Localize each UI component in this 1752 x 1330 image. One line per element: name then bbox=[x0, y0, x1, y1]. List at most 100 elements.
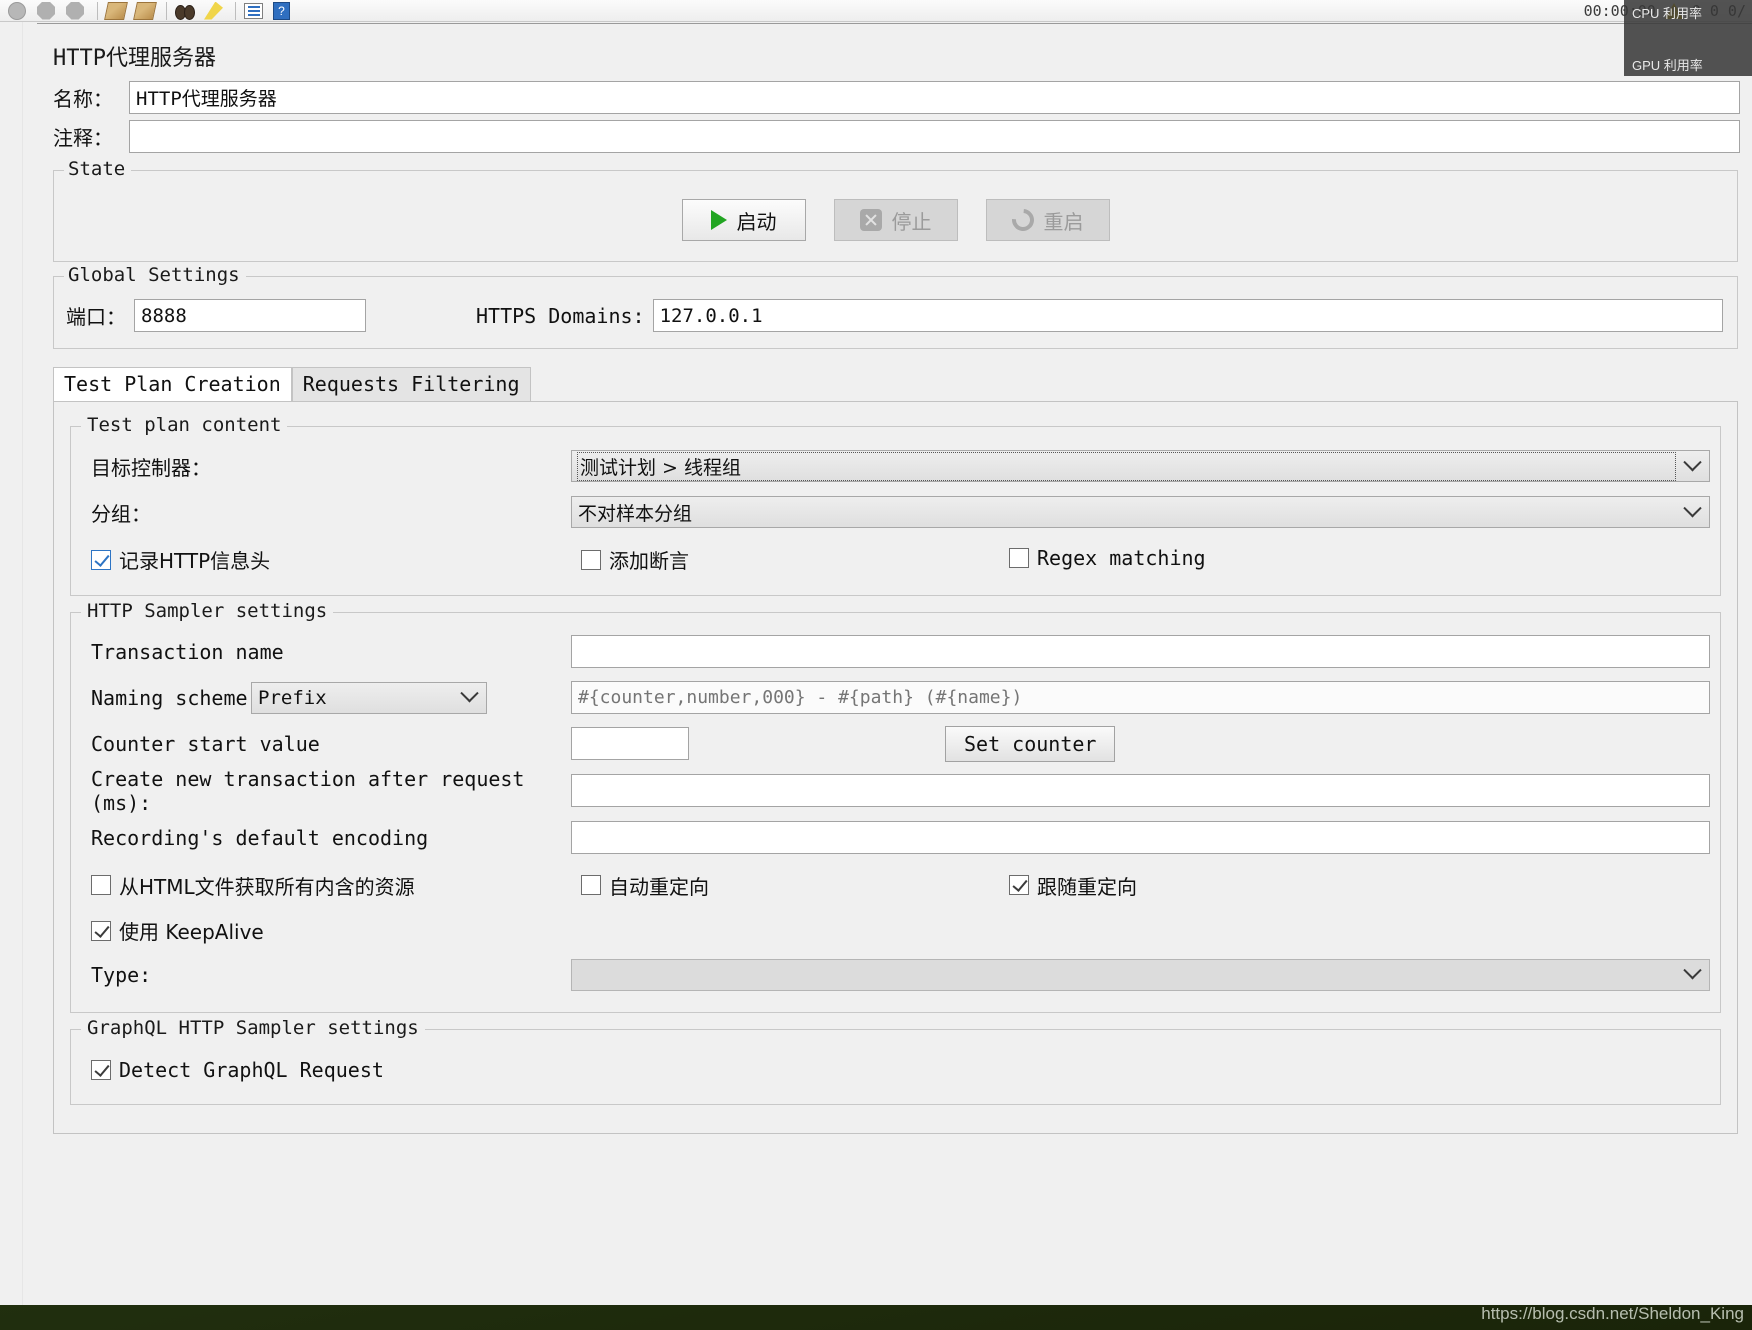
chevron-down-icon bbox=[1675, 497, 1709, 527]
create-new-transaction-row: Create new transaction after request (ms… bbox=[81, 767, 1710, 815]
broom-all-icon[interactable] bbox=[133, 1, 157, 21]
port-input[interactable] bbox=[134, 299, 366, 332]
chevron-down-icon bbox=[1675, 960, 1709, 990]
broom-icon[interactable] bbox=[104, 1, 128, 21]
test-plan-content-title: Test plan content bbox=[81, 414, 288, 436]
retrieve-embedded-resources-checkbox[interactable]: 从HTML文件获取所有内含的资源 bbox=[91, 871, 415, 900]
undo-icon[interactable] bbox=[8, 1, 30, 21]
type-row: Type: bbox=[81, 952, 1710, 998]
clear-dust-icon[interactable] bbox=[204, 1, 226, 21]
follow-redirect-checkbox[interactable]: 跟随重定向 bbox=[1009, 871, 1137, 900]
start-button[interactable]: 启动 bbox=[681, 199, 806, 241]
create-new-transaction-input[interactable] bbox=[571, 774, 1710, 807]
clear-octagon-icon[interactable] bbox=[66, 1, 88, 21]
restart-icon bbox=[1007, 204, 1038, 236]
checkbox-box bbox=[1009, 548, 1029, 569]
tab-test-plan-creation[interactable]: Test Plan Creation bbox=[53, 367, 292, 401]
naming-scheme-combo[interactable]: Prefix bbox=[251, 681, 487, 714]
test-plan-checkbox-row: 记录HTTP信息头 添加断言 Regex matching bbox=[81, 535, 1710, 581]
stop-button[interactable]: 停止 bbox=[833, 199, 958, 241]
regex-matching-checkbox[interactable]: Regex matching bbox=[1009, 546, 1206, 570]
transaction-name-input[interactable] bbox=[571, 635, 1710, 668]
tab-panel-test-plan-creation: Test plan content 目标控制器： 测试计划 > 线程组 分组： bbox=[53, 401, 1738, 1134]
use-keepalive-label: 使用 KeepAlive bbox=[119, 920, 264, 944]
chevron-down-icon bbox=[1675, 451, 1709, 481]
auto-redirect-checkbox[interactable]: 自动重定向 bbox=[581, 871, 709, 900]
comment-input[interactable] bbox=[129, 120, 1740, 153]
name-input[interactable] bbox=[129, 81, 1740, 114]
recording-encoding-input[interactable] bbox=[571, 821, 1710, 854]
page-title: HTTP代理服务器 bbox=[53, 46, 216, 71]
graphql-settings-title: GraphQL HTTP Sampler settings bbox=[81, 1016, 425, 1039]
recording-encoding-label: Recording's default encoding bbox=[91, 825, 429, 850]
follow-redirect-label: 跟随重定向 bbox=[1037, 874, 1137, 899]
target-controller-value: 测试计划 > 线程组 bbox=[577, 451, 1676, 481]
grouping-value: 不对样本分组 bbox=[578, 502, 693, 525]
recording-encoding-row: Recording's default encoding bbox=[81, 815, 1710, 861]
counter-start-value-input[interactable] bbox=[571, 727, 689, 760]
https-domains-input[interactable] bbox=[652, 299, 1723, 332]
http-proxy-server-panel: HTTP代理服务器 名称： 注释： State 启动 停止 bbox=[37, 23, 1752, 1305]
stop-icon bbox=[859, 209, 882, 231]
name-row: 名称： bbox=[37, 78, 1752, 117]
restart-button[interactable]: 重启 bbox=[985, 199, 1110, 241]
use-keepalive-checkbox[interactable]: 使用 KeepAlive bbox=[91, 916, 264, 945]
checkbox-box bbox=[581, 549, 601, 570]
counter-start-value-row: Counter start value Set counter bbox=[81, 721, 1710, 767]
stop-button-label: 停止 bbox=[891, 209, 932, 234]
watermark: https://blog.csdn.net/Sheldon_King bbox=[1481, 1304, 1744, 1323]
naming-pattern-input[interactable] bbox=[571, 681, 1710, 714]
type-label: Type: bbox=[91, 962, 152, 987]
target-controller-label: 目标控制器： bbox=[91, 455, 211, 480]
grouping-label: 分组： bbox=[91, 501, 151, 526]
naming-scheme-label: Naming scheme bbox=[91, 685, 248, 710]
http-sampler-settings-group: HTTP Sampler settings Transaction name N… bbox=[70, 599, 1721, 1013]
tab-requests-filtering[interactable]: Requests Filtering bbox=[291, 367, 531, 401]
state-buttons: 启动 停止 重启 bbox=[64, 189, 1727, 249]
name-label: 名称： bbox=[53, 87, 113, 111]
chevron-down-icon bbox=[452, 683, 486, 713]
auto-redirect-label: 自动重定向 bbox=[609, 874, 709, 899]
splitter-handle[interactable] bbox=[22, 22, 36, 1305]
add-assertions-checkbox[interactable]: 添加断言 bbox=[581, 545, 689, 574]
test-plan-content-group: Test plan content 目标控制器： 测试计划 > 线程组 分组： bbox=[70, 414, 1721, 596]
transaction-name-label: Transaction name bbox=[91, 639, 284, 664]
add-assertions-label: 添加断言 bbox=[609, 549, 689, 573]
comment-row: 注释： bbox=[37, 117, 1752, 156]
state-group: State 启动 停止 重启 bbox=[53, 158, 1738, 262]
create-new-transaction-label: Create new transaction after request (ms… bbox=[91, 766, 525, 815]
checkbox-box bbox=[581, 875, 601, 895]
grouping-combo[interactable]: 不对样本分组 bbox=[571, 496, 1710, 528]
jmeter-window: ? 00:00:00 0 0 0/ CPU 利用率 GPU 利用率 HTTP代理… bbox=[0, 0, 1752, 1305]
capture-http-headers-checkbox[interactable]: 记录HTTP信息头 bbox=[91, 545, 270, 574]
gpu-usage-label: GPU 利用率 bbox=[1632, 58, 1703, 73]
target-controller-combo[interactable]: 测试计划 > 线程组 bbox=[571, 450, 1710, 482]
tree-splitter-rail[interactable] bbox=[0, 22, 36, 1305]
tabs-container: Test Plan Creation Requests Filtering Te… bbox=[53, 367, 1738, 1134]
global-settings-row: 端口： HTTPS Domains: bbox=[64, 295, 1727, 336]
regex-matching-label: Regex matching bbox=[1037, 546, 1206, 571]
checkbox-box bbox=[91, 875, 111, 895]
https-domains-label: HTTPS Domains: bbox=[476, 303, 645, 328]
detect-graphql-request-label: Detect GraphQL Request bbox=[119, 1057, 384, 1082]
capture-http-headers-label: 记录HTTP信息头 bbox=[119, 549, 271, 573]
checkbox-box bbox=[1009, 875, 1029, 895]
global-settings-group: Global Settings 端口： HTTPS Domains: bbox=[53, 264, 1738, 349]
set-counter-button[interactable]: Set counter bbox=[945, 725, 1116, 762]
target-controller-row: 目标控制器： 测试计划 > 线程组 bbox=[81, 443, 1710, 489]
type-combo[interactable] bbox=[571, 958, 1710, 991]
search-binoculars-icon[interactable] bbox=[175, 1, 197, 21]
function-helper-icon[interactable] bbox=[244, 1, 266, 21]
detect-graphql-request-checkbox[interactable]: Detect GraphQL Request bbox=[91, 1058, 384, 1082]
checkbox-box bbox=[91, 549, 111, 570]
naming-scheme-value: Prefix bbox=[258, 686, 327, 709]
play-icon bbox=[710, 210, 727, 230]
naming-scheme-row: Naming scheme Prefix bbox=[81, 675, 1710, 721]
comment-label: 注释： bbox=[53, 126, 113, 150]
toolbar-separator bbox=[166, 1, 167, 20]
stop-octagon-icon[interactable] bbox=[37, 1, 59, 21]
grouping-row: 分组： 不对样本分组 bbox=[81, 489, 1710, 535]
toolbar: ? 00:00:00 0 0 0/ bbox=[0, 0, 1752, 22]
transaction-name-row: Transaction name bbox=[81, 629, 1710, 675]
help-icon[interactable]: ? bbox=[273, 1, 295, 21]
